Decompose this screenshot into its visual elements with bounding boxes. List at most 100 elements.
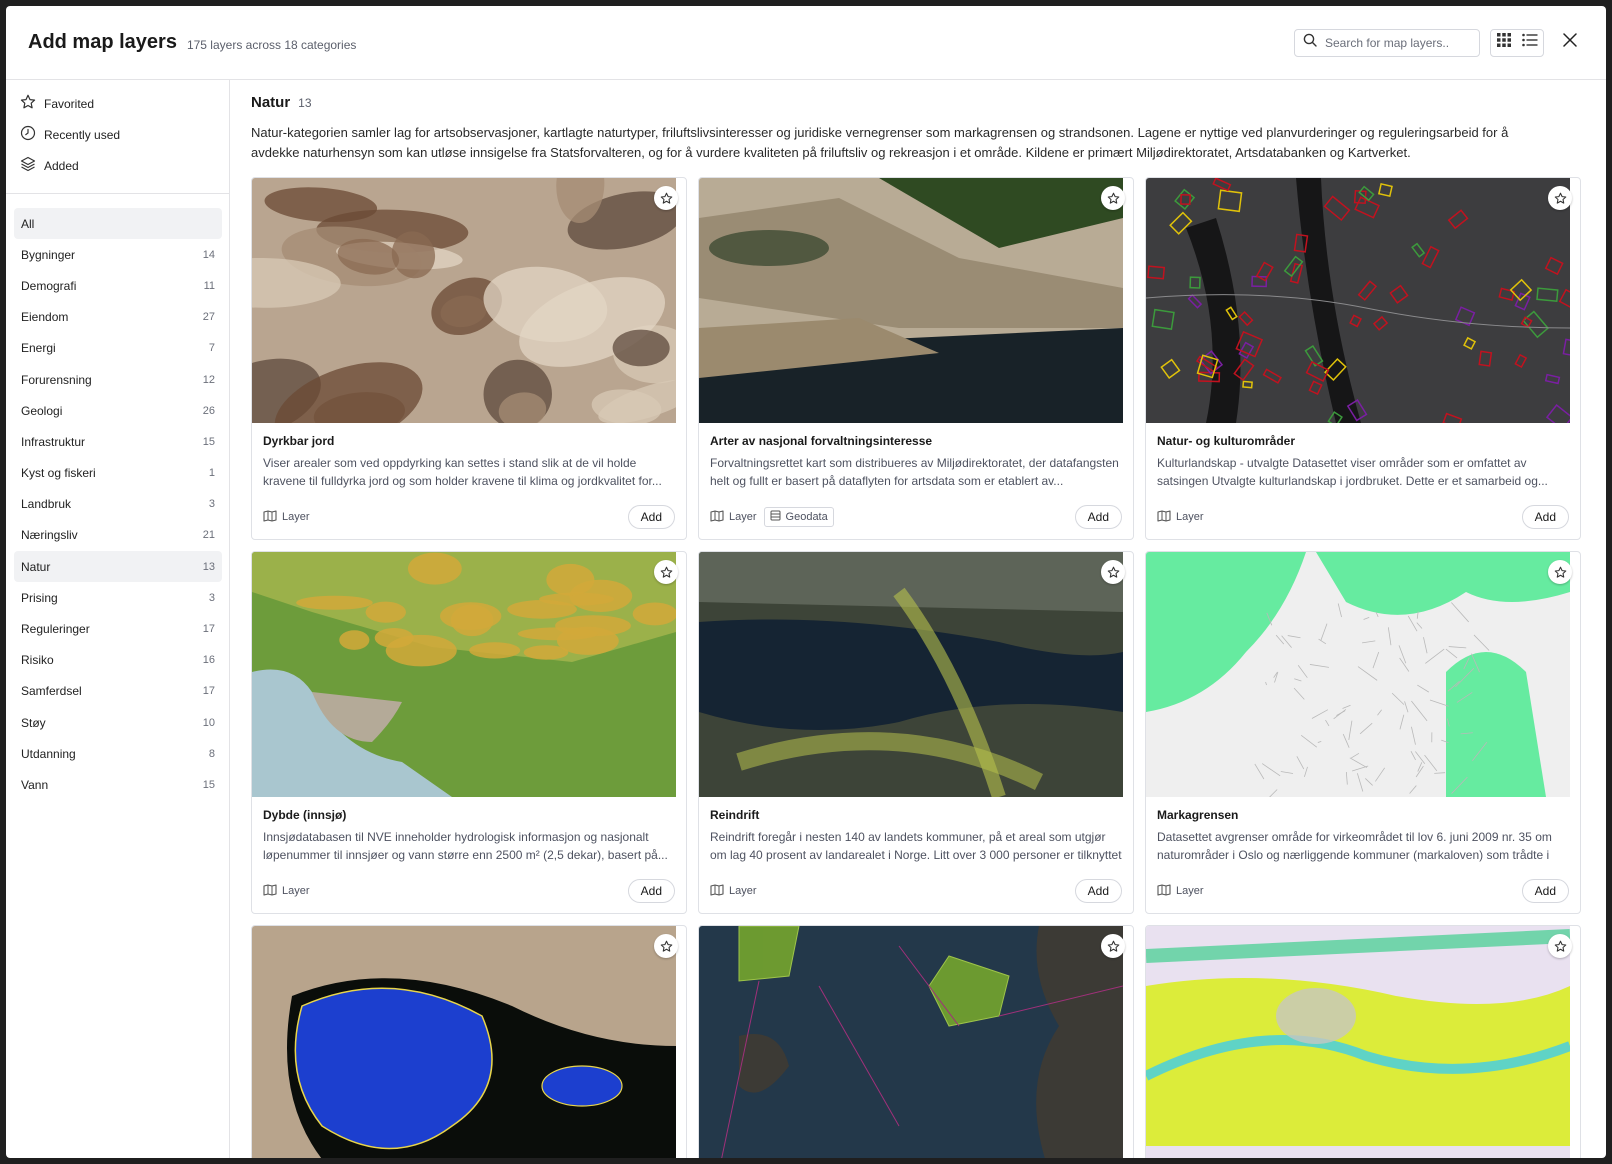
- favorite-button[interactable]: [1548, 934, 1572, 958]
- layer-description: Datasettet avgrenser område for virkeomr…: [1157, 830, 1552, 862]
- sidebar-item-landbruk[interactable]: Landbruk 3: [14, 489, 222, 520]
- category-count: 17: [202, 685, 215, 698]
- search-input[interactable]: [1325, 35, 1465, 50]
- layer-thumbnail: [699, 926, 1133, 1158]
- section-header: Natur 13: [251, 94, 1586, 111]
- layer-description: Viser arealer som ved oppdyrking kan set…: [263, 456, 662, 488]
- layer-title: Markagrensen: [1157, 808, 1239, 822]
- category-count: 26: [202, 404, 215, 417]
- layer-description: Innsjødatabasen til NVE inneholder hydro…: [263, 830, 668, 862]
- sidebar-item-label: Favorited: [44, 96, 95, 111]
- star-icon: [1554, 192, 1567, 205]
- layer-type-tag: Layer: [1157, 883, 1204, 899]
- category-count: 8: [208, 747, 215, 760]
- favorite-button[interactable]: [1101, 186, 1125, 210]
- sidebar-item-recently-used[interactable]: Recently used: [14, 119, 222, 150]
- layer-card[interactable]: Dybde (innsjø) Innsjødatabasen til NVE i…: [251, 551, 687, 914]
- section-description: Natur-kategorien samler lag for artsobse…: [251, 125, 1509, 160]
- category-label: Demografi: [21, 278, 77, 293]
- add-layer-button[interactable]: Add: [627, 879, 675, 903]
- add-layer-button[interactable]: Add: [1074, 505, 1122, 529]
- category-label: Natur: [21, 559, 51, 574]
- category-count: 21: [202, 529, 215, 542]
- category-list: All Bygninger 14 Demografi 11 Eiendom 27 Energi…: [14, 194, 222, 801]
- layer-type-tag: Layer: [710, 509, 757, 525]
- category-label: Utdanning: [21, 746, 76, 761]
- layer-title: Dyrkbar jord: [263, 434, 335, 448]
- layer-card[interactable]: Dyrkbar jord Viser arealer som ved oppdy…: [251, 177, 687, 540]
- sidebar-item-all[interactable]: All: [14, 208, 222, 240]
- star-icon: [660, 566, 673, 579]
- add-layer-button[interactable]: Add: [627, 505, 675, 529]
- add-layer-button[interactable]: Add: [1521, 505, 1569, 529]
- add-layer-button[interactable]: Add: [1521, 879, 1569, 903]
- sidebar-item-næringsliv[interactable]: Næringsliv 21: [14, 520, 222, 551]
- favorite-button[interactable]: [1101, 560, 1125, 584]
- sidebar-item-energi[interactable]: Energi 7: [14, 333, 222, 364]
- sidebar-item-forurensning[interactable]: Forurensning 12: [14, 364, 222, 395]
- layer-type-tag: Layer: [1157, 509, 1204, 525]
- quick-filters: Favorited Recently used Added: [6, 88, 229, 194]
- layer-card[interactable]: Markagrensen Datasettet avgrenser område…: [1145, 551, 1581, 914]
- sidebar-item-prising[interactable]: Prising 3: [14, 582, 222, 613]
- layer-description: Reindrift foregår i nesten 140 av landet…: [710, 830, 1122, 862]
- sidebar-item-utdanning[interactable]: Utdanning 8: [14, 738, 222, 769]
- tag-label: Layer: [1176, 885, 1204, 897]
- star-icon: [660, 192, 673, 205]
- favorite-button[interactable]: [654, 934, 678, 958]
- sidebar-item-added[interactable]: Added: [14, 150, 222, 181]
- layer-description: Forvaltningsrettet kart som distribueres…: [710, 456, 1119, 488]
- sidebar-item-infrastruktur[interactable]: Infrastruktur 15: [14, 426, 222, 457]
- dialog-header: Add map layers 175 layers across 18 cate…: [6, 6, 1606, 80]
- search-box[interactable]: [1294, 28, 1480, 57]
- category-count: 11: [203, 279, 215, 292]
- star-icon: [660, 940, 673, 953]
- layer-title: Reindrift: [710, 808, 760, 822]
- layer-thumbnail: [252, 178, 686, 423]
- layer-card[interactable]: [1145, 925, 1581, 1158]
- category-label: Forurensning: [21, 372, 92, 387]
- layer-card[interactable]: Natur- og kulturområder Kulturlandskap -…: [1145, 177, 1581, 540]
- sidebar-item-kyst-og-fiskeri[interactable]: Kyst og fiskeri 1: [14, 458, 222, 489]
- layer-card[interactable]: [698, 925, 1134, 1158]
- favorite-button[interactable]: [654, 560, 678, 584]
- add-layer-button[interactable]: Add: [1074, 879, 1122, 903]
- favorite-button[interactable]: [1548, 560, 1572, 584]
- favorite-button[interactable]: [1548, 186, 1572, 210]
- close-button[interactable]: [1556, 29, 1584, 57]
- tag-label: Layer: [729, 511, 757, 523]
- layer-card[interactable]: Reindrift Reindrift foregår i nesten 140…: [698, 551, 1134, 914]
- layer-type-tag: Layer: [263, 509, 310, 525]
- layer-card[interactable]: [251, 925, 687, 1158]
- layer-card[interactable]: Arter av nasjonal forvaltningsinteresse …: [698, 177, 1134, 540]
- sidebar-item-demografi[interactable]: Demografi 11: [14, 270, 222, 301]
- category-label: Landbruk: [21, 497, 72, 512]
- close-icon: [1563, 33, 1577, 52]
- layer-description: Kulturlandskap - utvalgte Datasettet vis…: [1157, 456, 1548, 488]
- sidebar-item-risiko[interactable]: Risiko 16: [14, 645, 222, 676]
- sidebar-item-støy[interactable]: Støy 10: [14, 707, 222, 738]
- sidebar-item-bygninger[interactable]: Bygninger 14: [14, 239, 222, 270]
- sidebar-item-vann[interactable]: Vann 15: [14, 769, 222, 800]
- list-view-icon[interactable]: [1521, 33, 1538, 52]
- category-label: Bygninger: [21, 247, 76, 262]
- sidebar-item-eiendom[interactable]: Eiendom 27: [14, 302, 222, 333]
- category-count: 1: [208, 467, 215, 480]
- category-count: 17: [202, 623, 215, 636]
- sidebar-item-favorited[interactable]: Favorited: [14, 88, 222, 119]
- sidebar-item-reguleringer[interactable]: Reguleringer 17: [14, 613, 222, 644]
- star-icon: [1554, 940, 1567, 953]
- layer-thumbnail: [252, 552, 686, 797]
- grid-view-icon[interactable]: [1496, 33, 1511, 52]
- favorite-button[interactable]: [1101, 934, 1125, 958]
- sidebar-item-samferdsel[interactable]: Samferdsel 17: [14, 676, 222, 707]
- sidebar-item-geologi[interactable]: Geologi 26: [14, 395, 222, 426]
- map-icon: [263, 509, 282, 525]
- sidebar-item-label: Added: [44, 158, 79, 173]
- category-count: 3: [208, 591, 215, 604]
- layer-grid: Dyrkbar jord Viser arealer som ved oppdy…: [251, 177, 1586, 1158]
- favorite-button[interactable]: [654, 186, 678, 210]
- category-label: Støy: [21, 715, 46, 730]
- sidebar-item-natur[interactable]: Natur 13: [14, 551, 222, 583]
- category-count: 16: [202, 654, 215, 667]
